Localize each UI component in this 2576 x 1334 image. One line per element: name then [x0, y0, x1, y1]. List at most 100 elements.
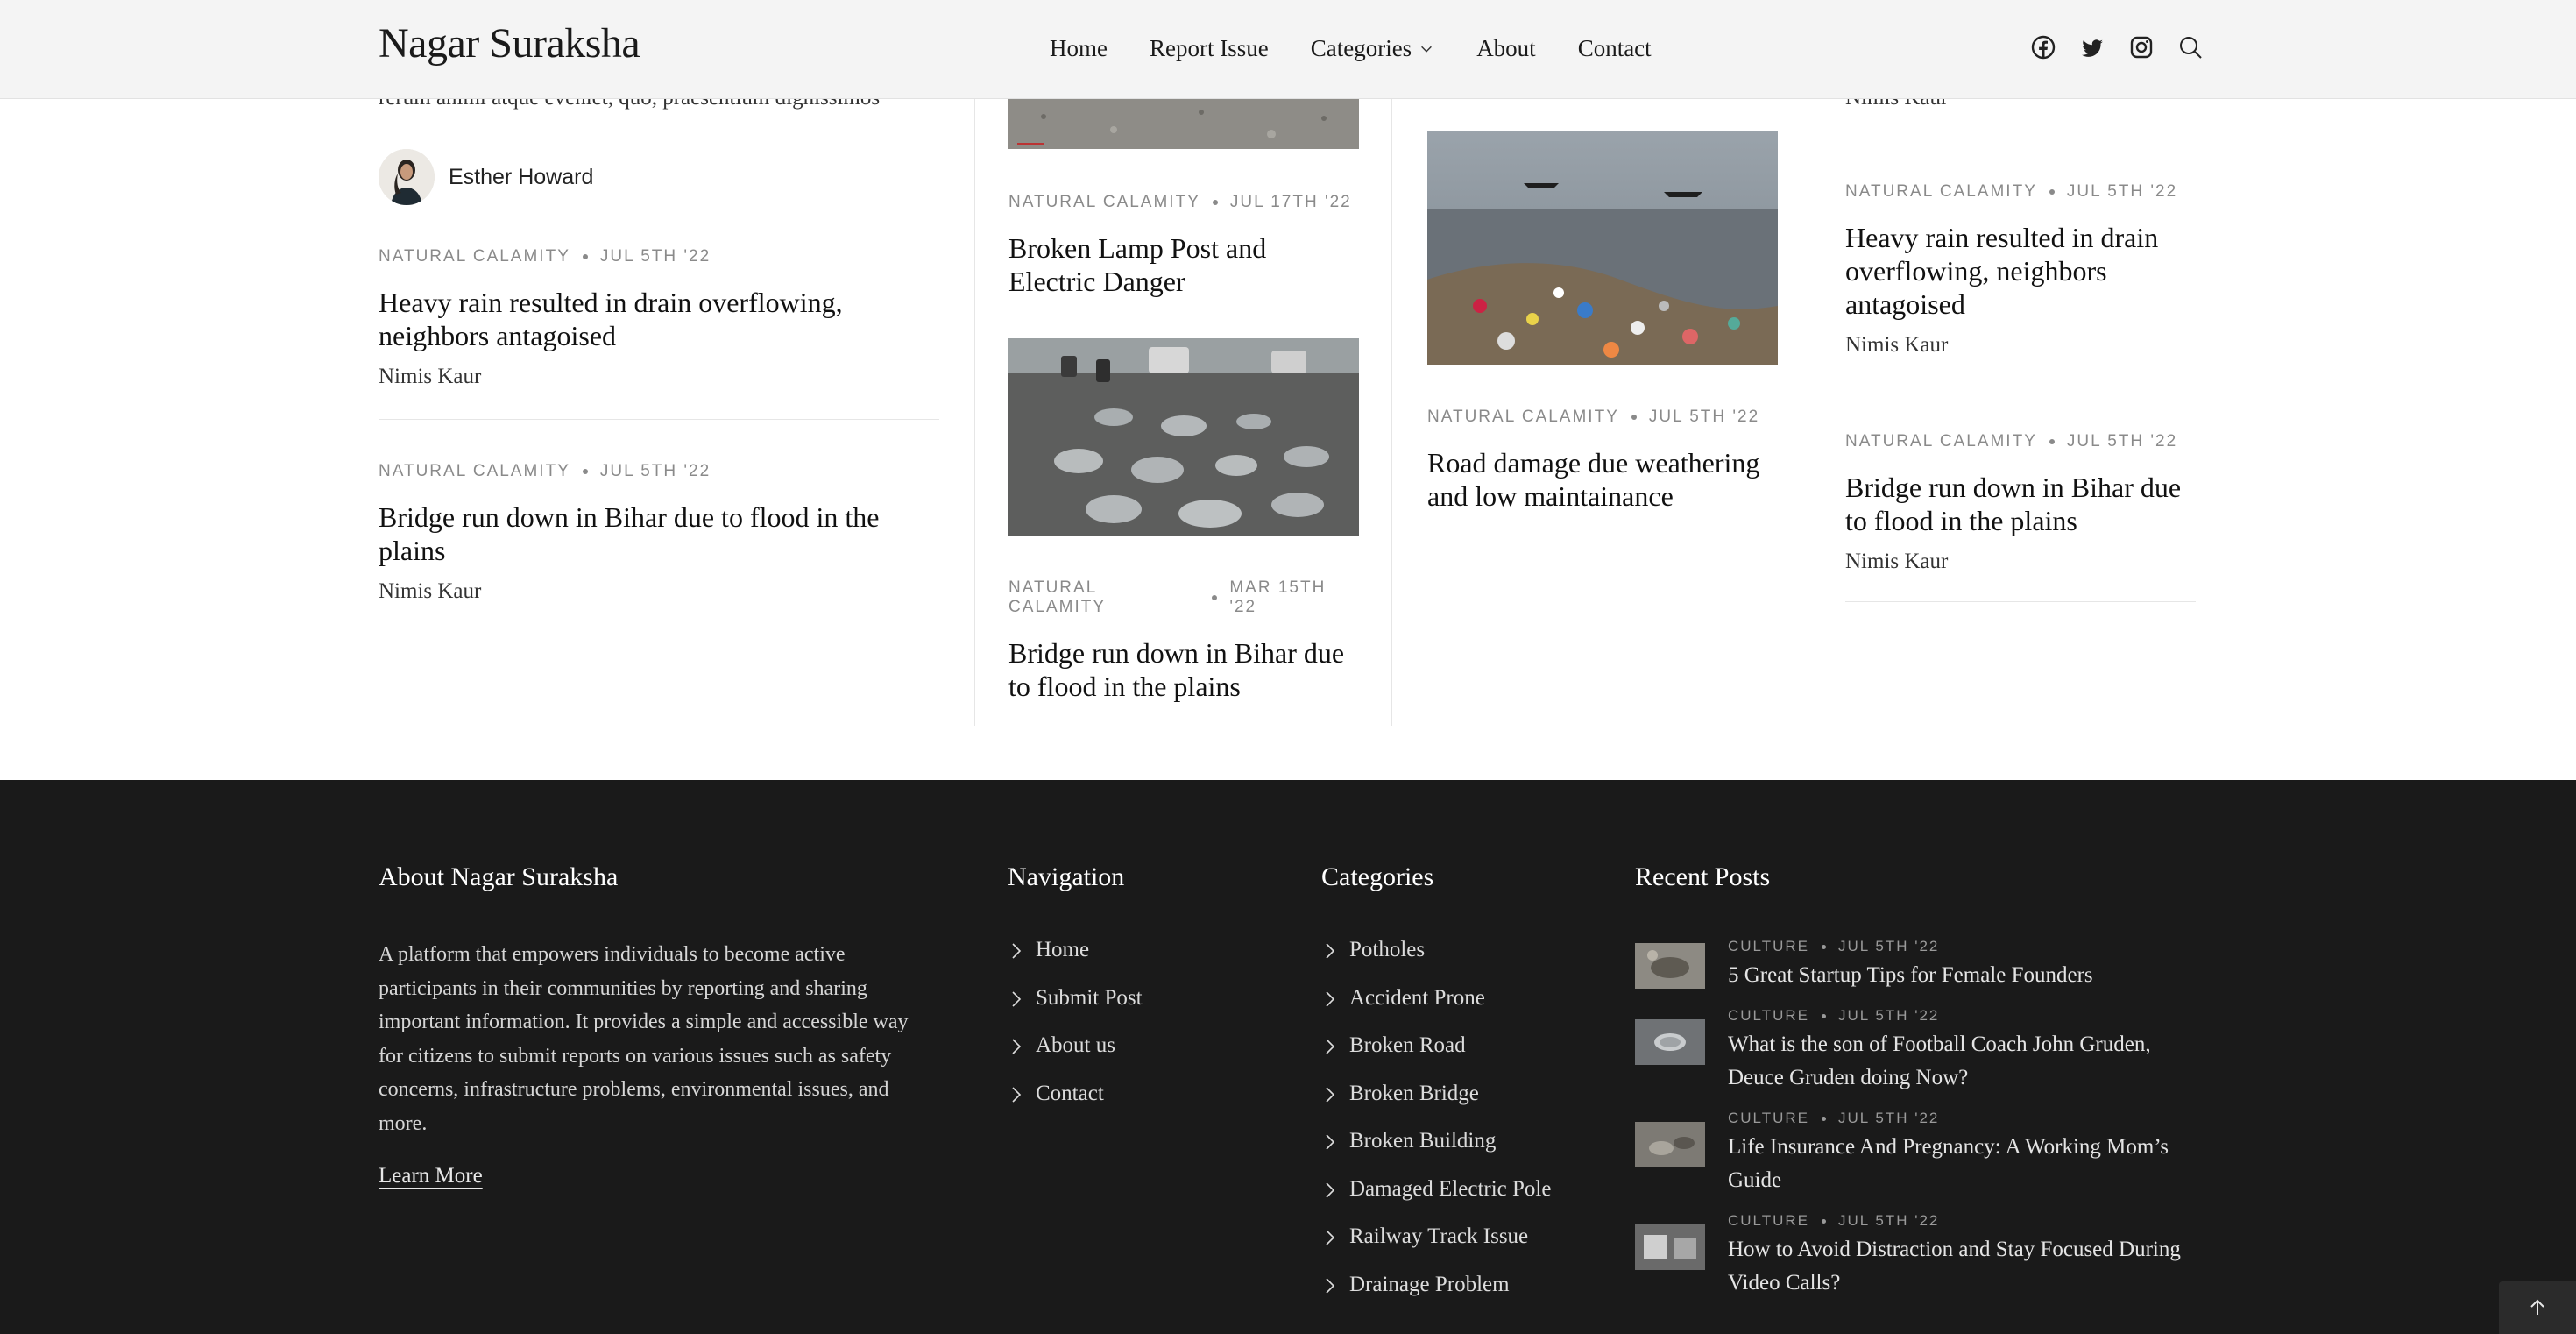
- recent-post-title[interactable]: How to Avoid Distraction and Stay Focuse…: [1728, 1233, 2183, 1300]
- post-author[interactable]: Nimis Kaur: [1845, 550, 2196, 574]
- footer-category-label: Drainage Problem: [1349, 1272, 1510, 1296]
- post-author[interactable]: Nimis Kaur: [1845, 333, 2196, 358]
- chevron-right-icon: [1326, 990, 1335, 1007]
- recent-post-text: Culture Jul 5th '22 5 Great Startup Tips…: [1728, 938, 2183, 992]
- post-category[interactable]: Natural Calamity: [379, 247, 570, 266]
- post-card[interactable]: Natural Calamity Jul 5th '22 Bridge run …: [1845, 432, 2196, 574]
- recent-post-thumbnail[interactable]: [1635, 1224, 1705, 1270]
- post-title[interactable]: Bridge run down in Bihar due to flood in…: [1845, 471, 2196, 537]
- meta-separator: [1822, 1013, 1827, 1018]
- meta-separator: [582, 254, 588, 259]
- column-divider: [974, 99, 975, 726]
- nav-categories[interactable]: Categories: [1311, 35, 1434, 62]
- post-title[interactable]: Heavy rain resulted in drain overflowing…: [379, 286, 939, 352]
- column-divider: [1391, 99, 1392, 726]
- meta-separator: [582, 469, 588, 474]
- post-meta: Natural Calamity Mar 15th '22: [1008, 578, 1359, 617]
- chevron-right-icon: [1326, 1181, 1335, 1198]
- recent-post-category[interactable]: Culture: [1728, 1007, 1809, 1025]
- footer-category-label: Broken Bridge: [1349, 1081, 1479, 1105]
- recent-post-text: Culture Jul 5th '22 Life Insurance And P…: [1728, 1110, 2183, 1197]
- author-row[interactable]: Esther Howard: [379, 149, 593, 205]
- meta-separator: [1631, 415, 1637, 420]
- post-card[interactable]: Natural Calamity Jul 5th '22 Bridge run …: [379, 462, 939, 604]
- site-footer: About Nagar Suraksha A platform that emp…: [0, 780, 2576, 1334]
- learn-more-link[interactable]: Learn More: [379, 1164, 483, 1189]
- footer-category-link[interactable]: Broken Building: [1323, 1129, 1551, 1177]
- footer-category-link[interactable]: Drainage Problem: [1323, 1273, 1551, 1321]
- footer-category-link[interactable]: Damaged Electric Pole: [1323, 1177, 1551, 1225]
- footer-nav-label: Submit Post: [1036, 985, 1143, 1010]
- twitter-icon[interactable]: [2078, 33, 2106, 61]
- meta-separator: [1822, 1116, 1827, 1121]
- post-card[interactable]: Natural Calamity Jul 5th '22 Heavy rain …: [1845, 182, 2196, 358]
- recent-post-category[interactable]: Culture: [1728, 1110, 1809, 1127]
- recent-post-title[interactable]: 5 Great Startup Tips for Female Founders: [1728, 959, 2183, 992]
- post-title[interactable]: Bridge run down in Bihar due to flood in…: [379, 500, 939, 567]
- post-title[interactable]: Bridge run down in Bihar due to flood in…: [1008, 636, 1359, 703]
- chevron-right-icon: [1326, 943, 1335, 959]
- facebook-icon[interactable]: [2029, 33, 2057, 61]
- avatar: [379, 149, 435, 205]
- footer-nav-link[interactable]: Contact: [1009, 1082, 1143, 1130]
- post-image-river-garbage[interactable]: [1427, 131, 1778, 365]
- meta-separator: [2049, 189, 2055, 195]
- post-card[interactable]: Natural Calamity Mar 15th '22 Bridge run…: [1008, 578, 1359, 703]
- footer-category-label: Broken Building: [1349, 1129, 1497, 1153]
- footer-recent-heading: Recent Posts: [1635, 862, 1771, 891]
- footer-nav-link[interactable]: Home: [1009, 938, 1143, 986]
- post-category[interactable]: Natural Calamity: [1008, 193, 1200, 212]
- nav-contact[interactable]: Contact: [1578, 35, 1652, 62]
- post-image-potholes[interactable]: [1008, 338, 1359, 536]
- post-category[interactable]: Natural Calamity: [379, 462, 570, 481]
- post-meta: Natural Calamity Jul 5th '22: [379, 462, 939, 481]
- post-card[interactable]: Natural Calamity Jul 5th '22 Road damage…: [1427, 408, 1778, 513]
- recent-post-category[interactable]: Culture: [1728, 938, 1809, 955]
- footer-category-link[interactable]: Broken Bridge: [1323, 1082, 1551, 1130]
- search-icon[interactable]: [2176, 33, 2204, 61]
- footer-nav-link[interactable]: About us: [1009, 1033, 1143, 1082]
- chevron-right-icon: [1012, 1086, 1022, 1103]
- post-title[interactable]: Heavy rain resulted in drain overflowing…: [1845, 221, 2196, 321]
- post-category[interactable]: Natural Calamity: [1008, 578, 1200, 617]
- footer-category-link[interactable]: Railway Track Issue: [1323, 1224, 1551, 1273]
- instagram-icon[interactable]: [2127, 33, 2155, 61]
- post-date: Jul 5th '22: [2066, 182, 2178, 201]
- nav-report-issue[interactable]: Report Issue: [1150, 35, 1269, 62]
- post-card[interactable]: Natural Calamity Jul 17th '22 Broken Lam…: [1008, 193, 1359, 298]
- site-logo[interactable]: Nagar Suraksha: [379, 19, 640, 67]
- post-category[interactable]: Natural Calamity: [1845, 432, 2037, 451]
- post-date: Mar 15th '22: [1229, 578, 1327, 616]
- post-title[interactable]: Broken Lamp Post and Electric Danger: [1008, 231, 1359, 298]
- footer-nav-link[interactable]: Submit Post: [1009, 986, 1143, 1034]
- post-image-gravel[interactable]: [1008, 99, 1359, 149]
- footer-category-link[interactable]: Broken Road: [1323, 1033, 1551, 1082]
- recent-post-text: Culture Jul 5th '22 What is the son of F…: [1728, 1007, 2183, 1095]
- post-category[interactable]: Natural Calamity: [1845, 182, 2037, 202]
- footer-category-link[interactable]: Accident Prone: [1323, 986, 1551, 1034]
- recent-post-thumbnail[interactable]: [1635, 943, 1705, 989]
- meta-separator: [1822, 1218, 1827, 1224]
- post-author[interactable]: Nimis Kaur: [379, 579, 939, 604]
- post-date: Jul 5th '22: [2066, 432, 2178, 451]
- footer-nav-label: About us: [1036, 1033, 1115, 1057]
- recent-post-title[interactable]: Life Insurance And Pregnancy: A Working …: [1728, 1131, 2183, 1197]
- post-title[interactable]: Road damage due weathering and low maint…: [1427, 446, 1778, 513]
- recent-post-thumbnail[interactable]: [1635, 1019, 1705, 1065]
- recent-post-thumbnail[interactable]: [1635, 1122, 1705, 1167]
- chevron-down-icon: [1421, 46, 1433, 53]
- nav-home[interactable]: Home: [1050, 35, 1108, 62]
- post-date: Jul 17th '22: [1229, 193, 1352, 211]
- nav-about[interactable]: About: [1476, 35, 1536, 62]
- recent-post-category[interactable]: Culture: [1728, 1212, 1809, 1230]
- recent-post-title[interactable]: What is the son of Football Coach John G…: [1728, 1028, 2183, 1095]
- footer-category-link[interactable]: Potholes: [1323, 938, 1551, 986]
- post-author[interactable]: Nimis Kaur: [379, 365, 939, 389]
- post-category[interactable]: Natural Calamity: [1427, 408, 1619, 427]
- post-meta: Natural Calamity Jul 5th '22: [1427, 408, 1778, 427]
- recent-post-date: Jul 5th '22: [1838, 1110, 1940, 1126]
- post-date: Jul 5th '22: [599, 247, 711, 266]
- chevron-right-icon: [1326, 1277, 1335, 1294]
- post-card[interactable]: Natural Calamity Jul 5th '22 Heavy rain …: [379, 247, 939, 389]
- back-to-top-button[interactable]: [2499, 1281, 2576, 1334]
